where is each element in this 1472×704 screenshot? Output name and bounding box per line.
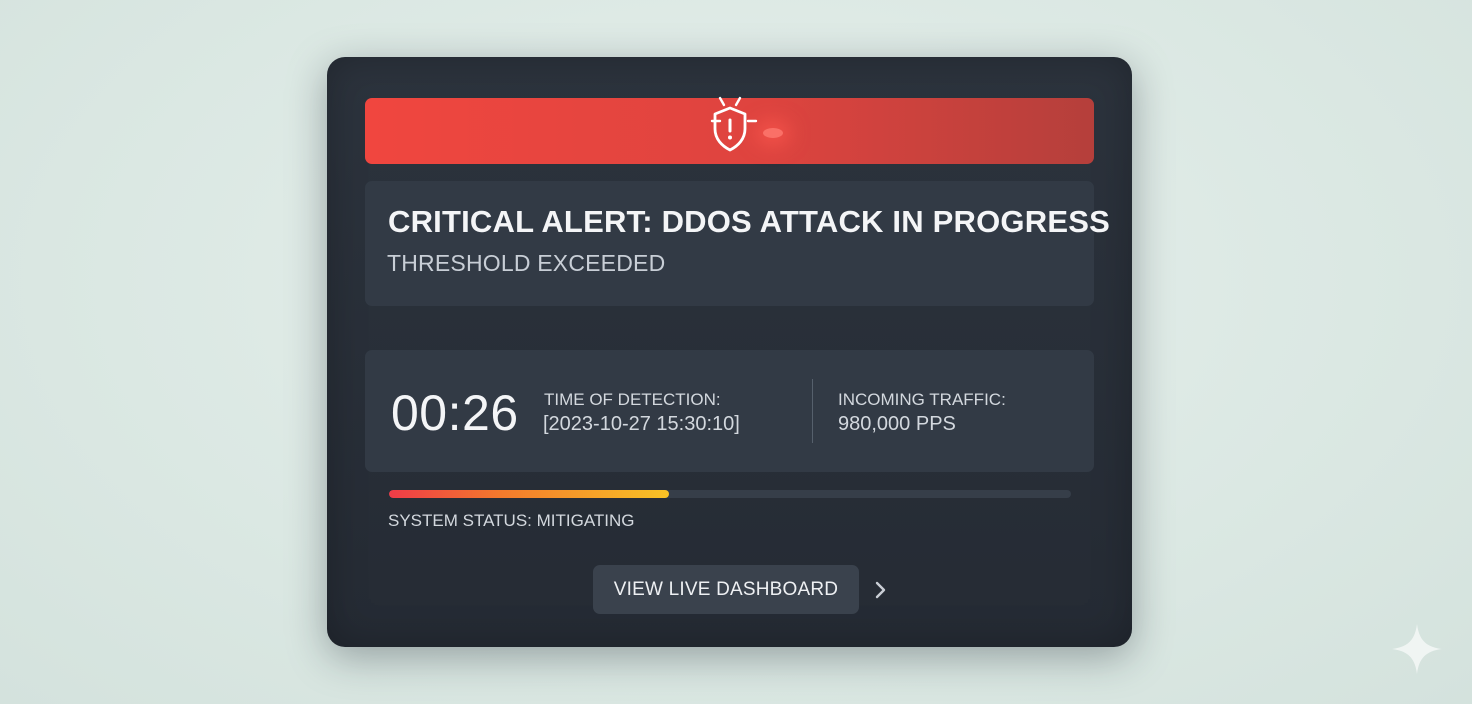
view-live-dashboard-button[interactable]: VIEW LIVE DASHBOARD [593,565,859,614]
incoming-traffic-label: INCOMING TRAFFIC: [838,390,1006,409]
sparkle-icon [1392,624,1442,674]
detection-time-label: TIME OF DETECTION: [544,390,721,409]
chevron-right-icon[interactable] [871,578,891,602]
elapsed-timer: 00:26 [391,385,519,441]
alert-title: CRITICAL ALERT: DDOS ATTACK IN PROGRESS [388,204,1110,239]
alert-banner [365,96,1094,164]
alert-card: CRITICAL ALERT: DDOS ATTACK IN PROGRESS … [327,57,1132,647]
mitigation-progress-bar [389,490,1071,498]
alert-title-panel: CRITICAL ALERT: DDOS ATTACK IN PROGRESS … [365,181,1110,306]
detection-time-value: [2023-10-27 15:30:10] [543,413,740,435]
incoming-traffic-value: 980,000 PPS [838,413,956,435]
stats-divider [812,379,813,443]
alert-subtitle: THRESHOLD EXCEEDED [387,250,666,276]
shield-alert-icon [688,93,772,163]
system-status-text: SYSTEM STATUS: MITIGATING [388,511,635,530]
stats-panel: 00:26 TIME OF DETECTION: [2023-10-27 15:… [365,350,1094,472]
mitigation-progress-fill [389,490,669,498]
